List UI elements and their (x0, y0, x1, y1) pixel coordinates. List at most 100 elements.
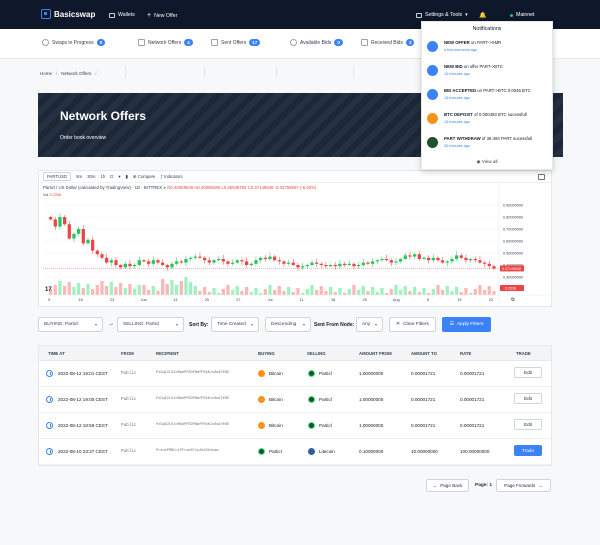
network-selector[interactable]: Mainnet (510, 12, 534, 18)
cell-rate: 100.00000000 (460, 449, 490, 454)
candle-body (310, 262, 314, 265)
nav-settings-label: Settings & Tools (425, 12, 463, 18)
candle-type-icon[interactable]: ▮ (126, 174, 128, 180)
volume-bar (184, 277, 188, 295)
gear-icon[interactable]: ⚙ (511, 297, 516, 303)
clear-filters-button[interactable]: ✕ Clear Filters (389, 317, 436, 332)
volume-bar (399, 290, 403, 295)
volume-bar (231, 290, 235, 295)
order-select[interactable]: Descending ▾ (265, 317, 311, 332)
camera-icon[interactable] (538, 174, 545, 180)
cell-recipient[interactable]: PzGqE2LSJdRmdPPSDPBmfPRkK1v8mZYE6E (156, 397, 229, 401)
volume-bar (343, 293, 347, 295)
page-forward-button[interactable]: Page Forwards → (496, 479, 551, 492)
stat-received-bids[interactable]: Received Bids 3 (361, 39, 415, 46)
volume-bar (263, 289, 267, 295)
cell-rate: 0.00001721 (460, 371, 485, 376)
candle-body (86, 239, 90, 244)
notification-type: BID ACCEPTED (444, 88, 477, 93)
volume-bar (273, 290, 277, 295)
notification-detail: of 39.494 PART sucessfull (480, 136, 533, 141)
cell-amount-from: 0.10000000 (359, 449, 384, 454)
x-tick-label: Jul (268, 298, 273, 302)
candle-body (277, 260, 281, 262)
volume-bar (455, 287, 459, 295)
notification-item[interactable]: NEW OFFER on PART->XMR a few moments ago (427, 38, 549, 62)
notification-item[interactable]: BTC DEPOSIT of 0.000493 BTC sucessfull 15… (427, 110, 549, 134)
compare-button[interactable]: ⊕ Compare (133, 174, 155, 180)
arrow-right-icon: → (108, 321, 114, 327)
cell-recipient[interactable]: PzGqE2LSJdRmdPPSDPBmfPRkK1v8mZYE6E (156, 371, 229, 375)
stat-swaps-in-progress[interactable]: Swaps in Progress 0 (42, 39, 106, 46)
volume-bar (422, 288, 426, 295)
cell-recipient[interactable]: PzGqE2LSJdRmdPPSDPBmfPRkK1v8mZYE6E (156, 423, 229, 427)
symbol-selector[interactable]: PARTUSD (43, 172, 72, 181)
volume-bar (221, 289, 225, 295)
cell-recipient[interactable]: PrenkPRBLh1PFrwe6Tcc2bK3h4sem (156, 449, 219, 453)
stat-sent-offers[interactable]: Sent Offers 17 (211, 39, 261, 46)
y-tick-label: 0.70000000 (503, 228, 523, 232)
indicators-button[interactable]: ƒ Indicators (160, 174, 182, 179)
stat-available-bids[interactable]: Available Bids 0 (290, 39, 343, 46)
candle-body (287, 262, 291, 264)
price-chart-widget[interactable]: PARTUSD 5m 30m 1h D ▾ ▮ ⊕ Compare ƒ Indi… (38, 170, 552, 307)
interval-d[interactable]: D (110, 174, 113, 179)
sent-from-select[interactable]: Any ▾ (356, 317, 383, 332)
volume-bar (473, 289, 477, 295)
logo-icon (41, 9, 51, 19)
breadcrumb-home[interactable]: Home (40, 71, 52, 76)
volume-bar (119, 283, 123, 295)
candle-body (417, 254, 421, 259)
sort-select[interactable]: Time Created ▾ (211, 317, 259, 332)
trade-button[interactable]: Trade (514, 445, 542, 456)
edit-button[interactable]: Edit (514, 393, 542, 404)
candle-body (469, 259, 473, 261)
chevron-down-icon[interactable]: ▾ (118, 174, 120, 180)
chart-plot[interactable]: 0.90000000 0.80000000 0.70000000 0.60000000… (39, 183, 551, 307)
stat-network-offers[interactable]: Network Offers 4 (138, 39, 193, 46)
volume-bar (361, 286, 365, 295)
edit-button[interactable]: Edit (514, 367, 542, 378)
stat-label: Available Bids (300, 39, 332, 46)
notifications-title: Notifications (472, 26, 502, 32)
cell-rate: 0.00001721 (460, 423, 485, 428)
edit-button[interactable]: Edit (514, 419, 542, 430)
bitcoin-icon (258, 422, 265, 429)
candle-body (329, 265, 333, 267)
page-back-button[interactable]: ← Page Back (426, 479, 469, 492)
stat-badge: 4 (184, 39, 193, 46)
candle-body (483, 262, 487, 264)
notification-detail: on PART->XMR (469, 40, 502, 45)
col-amount-to: AMOUNT TO (411, 351, 437, 356)
stat-label: Sent Offers (221, 39, 247, 46)
candle-body (81, 229, 85, 244)
volume-bar (427, 293, 431, 295)
interval-30m[interactable]: 30m (87, 174, 95, 179)
nav-new-offer[interactable]: + New Offer (147, 12, 177, 19)
candle-body (49, 217, 53, 220)
notification-item[interactable]: NEW BID on offer PART->BTC 10 minutes ago (427, 62, 549, 86)
interval-1h[interactable]: 1h (100, 174, 105, 179)
breadcrumb-current[interactable]: Network Offers (61, 71, 91, 76)
interval-5m[interactable]: 5m (76, 174, 82, 179)
volume-bar (259, 293, 263, 295)
apply-filters-button[interactable]: ☰ Apply Filters (442, 317, 491, 332)
cell-rate: 0.00001721 (460, 397, 485, 402)
cell-time: 2022-08-10 23:37 CEST (58, 449, 108, 454)
notification-text: PART WITHDRAW of 39.494 PART sucessfull (444, 136, 532, 141)
nav-settings[interactable]: Settings & Tools ▾ (416, 12, 468, 18)
notification-item[interactable]: BID ACCEPTED on PART->BTC 0.0045 BTC 15 m… (427, 86, 549, 110)
clock-icon (46, 370, 53, 377)
cell-time: 2022-08-12 18:59 CEST (58, 423, 108, 428)
bell-button[interactable]: 🔔 (479, 12, 486, 19)
nav-wallets[interactable]: Wallets (109, 12, 135, 18)
selling-select[interactable]: SELLING: Particl ▾ (117, 317, 184, 332)
app-logo[interactable]: Basicswap (41, 9, 95, 19)
breadcrumb-separator: / (95, 71, 97, 76)
view-all-link[interactable]: ◉ View all (422, 159, 552, 165)
x-tick-label: 16 (78, 298, 82, 302)
table-row: 2022-08-12 18:59 CEST Public PzGqE2LSJdRmd… (39, 413, 551, 439)
buying-select[interactable]: BUYING: Particl ▾ (38, 317, 103, 332)
notification-item[interactable]: PART WITHDRAW of 39.494 PART sucessfull 3… (427, 134, 549, 158)
apply-filters-label: Apply Filters (456, 322, 484, 327)
